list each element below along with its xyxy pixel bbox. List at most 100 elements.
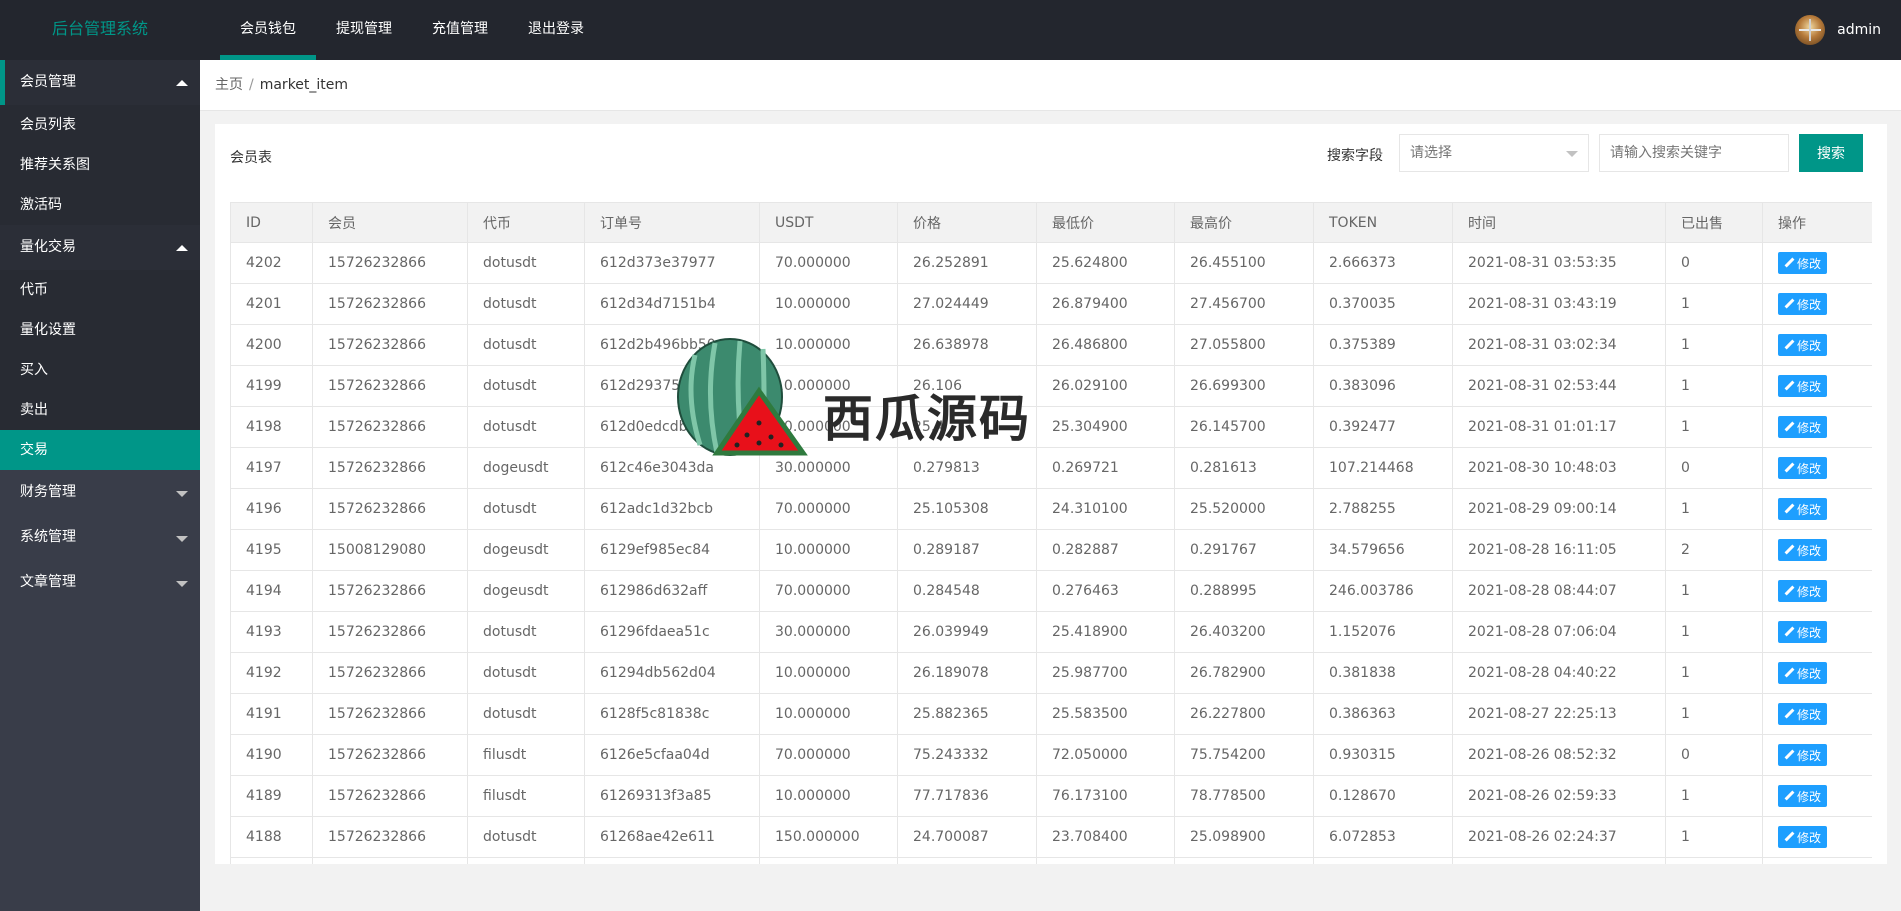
table-cell: 26.879400: [1036, 283, 1175, 325]
table-cell-actions: 修改: [1762, 652, 1872, 694]
top-nav-item[interactable]: 会员钱包: [220, 0, 316, 60]
edit-button[interactable]: 修改: [1778, 293, 1828, 315]
sidebar-item[interactable]: 激活码: [0, 185, 200, 225]
table-cell: 1: [1665, 283, 1763, 325]
pencil-icon: [1784, 463, 1794, 473]
table-cell: 6128f5c81838c: [584, 693, 760, 735]
table-cell: 2: [1665, 529, 1763, 571]
table-cell: 2.666373: [1313, 242, 1453, 284]
search-button[interactable]: 搜索: [1799, 134, 1863, 172]
sidebar-item[interactable]: 会员列表: [0, 105, 200, 145]
edit-button-label: 修改: [1797, 256, 1822, 271]
sidebar-group-title[interactable]: 文章管理: [0, 560, 200, 605]
table-cell: 612c46e3043da: [584, 447, 760, 489]
sidebar-item[interactable]: 量化设置: [0, 310, 200, 350]
breadcrumb: 主页 / market_item: [200, 60, 1901, 111]
pencil-icon: [1784, 258, 1794, 268]
table-cell: 4198: [230, 406, 313, 448]
data-table-wrapper[interactable]: ID 会员 代币 订单号 USDT 价格 最低价 最高价 TOKEN 时间 已出售 操作 4202 15…: [230, 202, 1872, 864]
app-logo[interactable]: 后台管理系统: [0, 0, 200, 60]
top-nav-item[interactable]: 退出登录: [508, 0, 604, 60]
table-cell: 26.227800: [1174, 693, 1314, 735]
chevron-down-icon: [1566, 151, 1578, 157]
sidebar-item[interactable]: 买入: [0, 350, 200, 390]
column-header: 最高价: [1174, 202, 1314, 243]
chevron-up-icon: [176, 80, 188, 86]
sidebar-item[interactable]: 卖出: [0, 390, 200, 430]
top-nav-item[interactable]: 充值管理: [412, 0, 508, 60]
table-cell: 4190: [230, 734, 313, 776]
sidebar-group-label: 量化交易: [20, 239, 76, 255]
pencil-icon: [1784, 586, 1794, 596]
table-cell: [467, 857, 585, 864]
table-cell: 1: [1665, 611, 1763, 653]
table-cell: 26.029100: [1036, 365, 1175, 407]
search-field-select[interactable]: 请选择: [1399, 134, 1589, 172]
edit-button-label: 修改: [1797, 338, 1822, 353]
edit-button[interactable]: 修改: [1778, 826, 1828, 848]
sidebar-group-title[interactable]: 财务管理: [0, 470, 200, 515]
table-cell: 15726232866: [312, 652, 468, 694]
table-cell: dotusdt: [467, 652, 585, 694]
table-cell: [584, 857, 760, 864]
table-cell: 70.000000: [759, 242, 898, 284]
edit-button[interactable]: 修改: [1778, 703, 1828, 725]
avatar[interactable]: [1795, 15, 1826, 45]
table-cell: dogeusdt: [467, 447, 585, 489]
edit-button[interactable]: 修改: [1778, 375, 1828, 397]
table-cell: 1: [1665, 652, 1763, 694]
sidebar-group-label: 系统管理: [20, 529, 76, 545]
search-input[interactable]: [1599, 134, 1789, 172]
table-cell-actions: 修改: [1762, 324, 1872, 366]
sidebar-group-title[interactable]: 会员管理: [0, 60, 200, 105]
table-cell: [1452, 857, 1666, 864]
table-cell: 2021-08-28 08:44:07: [1452, 570, 1666, 612]
username[interactable]: admin: [1837, 22, 1881, 38]
sidebar-item[interactable]: 推荐关系图: [0, 145, 200, 185]
edit-button[interactable]: 修改: [1778, 785, 1828, 807]
top-nav-item[interactable]: 提现管理: [316, 0, 412, 60]
edit-button[interactable]: 修改: [1778, 416, 1828, 438]
edit-button-label: 修改: [1797, 789, 1822, 804]
pencil-icon: [1784, 340, 1794, 350]
sidebar-group-title[interactable]: 系统管理: [0, 515, 200, 560]
edit-button-label: 修改: [1797, 502, 1822, 517]
edit-button[interactable]: 修改: [1778, 621, 1828, 643]
table-row: 4190 15726232866 filusdt 6126e5cfaa04d 70.00…: [230, 734, 1872, 776]
table-cell-actions: 修改: [1762, 693, 1872, 735]
table-cell: 612d2b496bb50: [584, 324, 760, 366]
table-cell: 10.000000: [759, 652, 898, 694]
edit-button[interactable]: 修改: [1778, 744, 1828, 766]
table-cell-actions: 修改: [1762, 775, 1872, 817]
edit-button[interactable]: 修改: [1778, 662, 1828, 684]
sidebar-item[interactable]: 交易: [0, 430, 200, 470]
sidebar-item[interactable]: 代币: [0, 270, 200, 310]
edit-button[interactable]: 修改: [1778, 539, 1828, 561]
table-cell: dotusdt: [467, 693, 585, 735]
table-cell: 25.583500: [1036, 693, 1175, 735]
column-header: 订单号: [584, 202, 760, 243]
table-cell: 15726232866: [312, 242, 468, 284]
table-cell-actions: [1762, 857, 1872, 864]
edit-button[interactable]: 修改: [1778, 252, 1828, 274]
edit-button-label: 修改: [1797, 461, 1822, 476]
table-cell: 612d373e37977: [584, 242, 760, 284]
chevron-down-icon: [176, 536, 188, 542]
table-cell: 1: [1665, 406, 1763, 448]
top-nav: 会员钱包 提现管理 充值管理 退出登录: [220, 0, 604, 60]
table-row: 4201 15726232866 dotusdt 612d34d7151b4 10.00…: [230, 283, 1872, 325]
breadcrumb-home[interactable]: 主页: [215, 77, 243, 93]
edit-button[interactable]: 修改: [1778, 580, 1828, 602]
table-cell: 4192: [230, 652, 313, 694]
edit-button[interactable]: 修改: [1778, 457, 1828, 479]
table-cell: 2.788255: [1313, 488, 1453, 530]
edit-button-label: 修改: [1797, 543, 1822, 558]
edit-button[interactable]: 修改: [1778, 498, 1828, 520]
table-cell: 15726232866: [312, 570, 468, 612]
user-menu[interactable]: admin: [1795, 0, 1881, 60]
table-cell: 15726232866: [312, 283, 468, 325]
table-cell: 4201: [230, 283, 313, 325]
table-cell: 1: [1665, 775, 1763, 817]
sidebar-group-title[interactable]: 量化交易: [0, 225, 200, 270]
edit-button[interactable]: 修改: [1778, 334, 1828, 356]
